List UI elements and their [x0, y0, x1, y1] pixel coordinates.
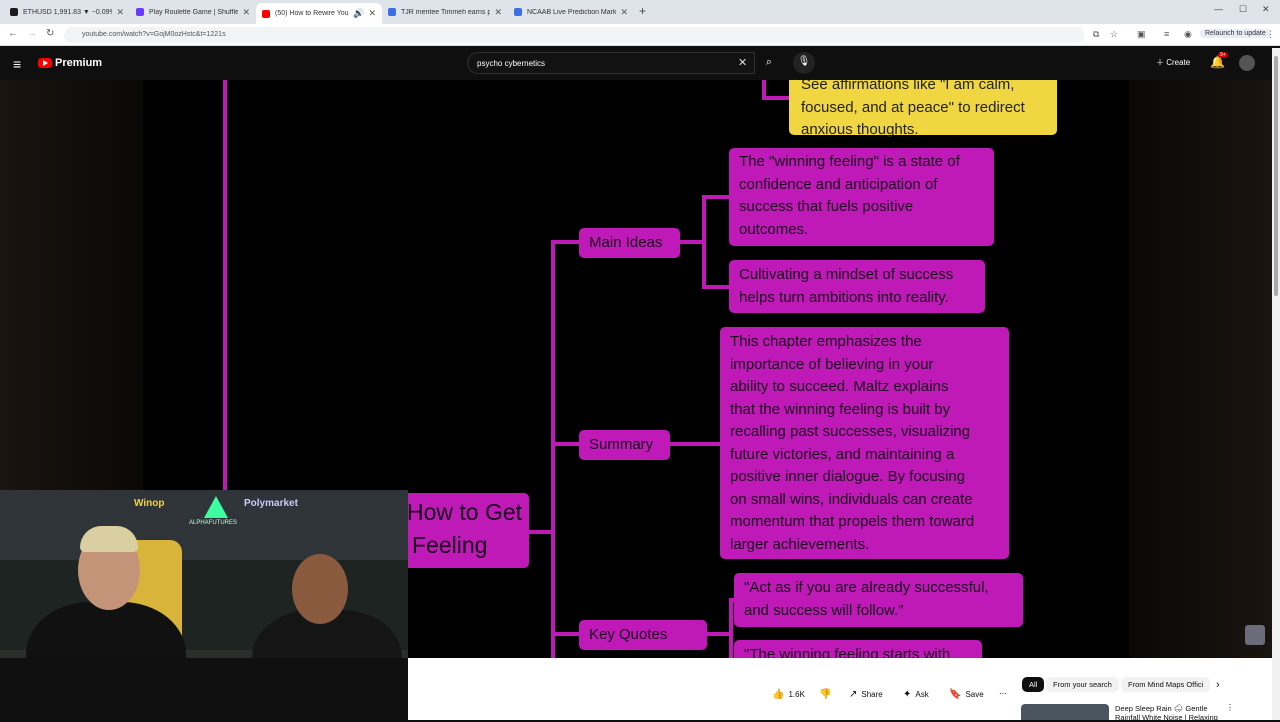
connector-line	[551, 240, 555, 658]
thumbs-down-icon: 👎	[819, 689, 832, 700]
close-icon[interactable]: ✕	[368, 8, 376, 19]
connector-line	[551, 632, 581, 636]
youtube-logo[interactable]: Premium	[38, 57, 102, 69]
page-scrollbar[interactable]	[1272, 48, 1280, 720]
recommendation-title[interactable]: Deep Sleep Rain 🌧 Gentle Rainfall White …	[1115, 704, 1225, 722]
connector-line	[551, 442, 581, 446]
site-icon	[388, 8, 396, 16]
thumbs-up-icon: 👍	[772, 689, 785, 700]
avatar[interactable]	[1239, 55, 1255, 71]
chip-from-mind-maps[interactable]: From Mind Maps Offici	[1121, 677, 1211, 692]
search-icon[interactable]: ⌕	[757, 52, 781, 74]
microphone-icon[interactable]: 🎙	[793, 52, 815, 74]
address-bar: ← → ↻ youtube.com/watch?v=GojM0ozHstc&t=…	[0, 24, 1280, 46]
scrollbar-thumb[interactable]	[1274, 56, 1278, 296]
channel-watermark-icon[interactable]	[1245, 625, 1265, 645]
bookmark-icon: 🔖	[949, 689, 962, 700]
search-input[interactable]: psycho cybernetics	[467, 52, 755, 74]
connector-line	[702, 195, 706, 289]
center-node: How to Get Feeling	[399, 493, 529, 568]
cast-icon[interactable]: ⧉	[1093, 29, 1099, 40]
connector-line	[729, 598, 733, 658]
sparkle-icon: ✦	[903, 689, 912, 700]
video-background-right	[1129, 80, 1272, 658]
connector-line	[223, 80, 227, 500]
profile-icon[interactable]: ◉	[1184, 29, 1192, 40]
key-quote-1: "Act as if you are already successful, a…	[734, 573, 1023, 627]
new-tab-button[interactable]: +	[639, 4, 646, 18]
chip-from-your-search[interactable]: From your search	[1046, 677, 1119, 692]
more-icon[interactable]: ⋮	[1266, 29, 1275, 40]
browser-tab-ethusd[interactable]: ETHUSD 1,991.83 ▼ −0.09% M ✕	[4, 3, 130, 21]
summary-text: This chapter emphasizes the importance o…	[720, 327, 1009, 559]
browser-tab-ncaab[interactable]: NCAAB Live Prediction Market ✕	[508, 3, 634, 21]
alphafutures-logo-icon	[204, 496, 228, 518]
browser-tab-youtube[interactable]: (50) How to Rewire Your Br 🔊 ✕	[256, 3, 382, 24]
youtube-play-icon	[38, 58, 52, 68]
video-player[interactable]: See affirmations like "I am calm, focuse…	[0, 80, 1272, 658]
video-actions-bar: 👍 1.6K 👎 ↗ Share ✦ Ask 🔖 Save ⋯ All From…	[408, 658, 1280, 722]
affirmation-note: See affirmations like "I am calm, focuse…	[789, 80, 1057, 138]
back-icon[interactable]: ←	[8, 28, 18, 39]
relaunch-button[interactable]: Relaunch to update	[1200, 29, 1271, 38]
more-actions-icon[interactable]: ⋯	[999, 689, 1007, 698]
sponsor-logo-alphafutures: ALPHAFUTURES	[189, 520, 238, 526]
person-left-hair	[80, 526, 138, 552]
chevron-right-icon[interactable]: ›	[1216, 679, 1220, 691]
browser-tab-tjr[interactable]: TJR mentee Timmeh earns pro ✕	[382, 3, 508, 21]
person-right-head	[292, 554, 348, 624]
shuffle-icon	[136, 8, 144, 16]
browser-tab-roulette[interactable]: Play Roulette Game | Shuffle.io ✕	[130, 3, 256, 21]
webcam-overlay: Winop Polymarket ALPHAFUTURES	[0, 490, 408, 658]
connector-line	[529, 530, 553, 534]
sponsor-logo-winop: Winop	[134, 498, 165, 509]
hamburger-menu-icon[interactable]: ≡	[13, 56, 21, 72]
extension-icon[interactable]: ▣	[1137, 29, 1146, 40]
url-field[interactable]: youtube.com/watch?v=GojM0ozHstc&t=1221s	[64, 27, 1084, 43]
maximize-icon[interactable]: ☐	[1239, 4, 1247, 15]
connector-line	[702, 195, 730, 199]
main-idea-1: The "winning feeling" is a state of conf…	[729, 148, 994, 246]
chip-all[interactable]: All	[1022, 677, 1045, 692]
star-icon[interactable]: ☆	[1110, 29, 1118, 40]
sponsor-logo-polymarket: Polymarket	[244, 498, 298, 509]
reading-list-icon[interactable]: ≡	[1164, 29, 1169, 39]
share-button[interactable]: ↗ Share	[849, 689, 883, 700]
connector-line	[551, 240, 581, 244]
youtube-icon	[262, 9, 270, 18]
tradingview-icon	[10, 8, 18, 16]
share-icon: ↗	[849, 689, 858, 700]
audio-icon[interactable]: 🔊	[353, 8, 364, 19]
recommendation-menu-icon[interactable]: ⋮	[1226, 703, 1234, 712]
branch-main-ideas: Main Ideas	[579, 228, 680, 258]
close-icon[interactable]: ✕	[242, 7, 250, 18]
recommendation-thumbnail[interactable]	[1021, 704, 1109, 720]
branch-key-quotes: Key Quotes	[579, 620, 707, 650]
close-window-icon[interactable]: ✕	[1262, 4, 1270, 15]
youtube-header: ≡ Premium psycho cybernetics ✕ ⌕ 🎙 ＋ Cre…	[0, 48, 1280, 80]
connector-line	[678, 240, 704, 244]
close-icon[interactable]: ✕	[620, 7, 628, 18]
dislike-button[interactable]: 👎	[819, 689, 835, 700]
site-icon	[514, 8, 522, 16]
ask-button[interactable]: ✦ Ask	[903, 689, 929, 700]
create-button[interactable]: ＋ Create	[1156, 57, 1190, 68]
main-idea-2: Cultivating a mindset of success helps t…	[729, 260, 985, 313]
clear-search-icon[interactable]: ✕	[738, 56, 747, 69]
save-button[interactable]: 🔖 Save	[949, 689, 984, 700]
forward-icon[interactable]: →	[27, 28, 37, 39]
connector-line	[702, 285, 730, 289]
reload-icon[interactable]: ↻	[46, 28, 54, 39]
close-icon[interactable]: ✕	[116, 7, 124, 18]
branch-summary: Summary	[579, 430, 670, 460]
notification-badge: 9+	[1218, 52, 1228, 58]
minimize-icon[interactable]: —	[1214, 4, 1223, 14]
connector-line	[762, 96, 792, 100]
close-icon[interactable]: ✕	[494, 7, 502, 18]
connector-line	[667, 442, 722, 446]
browser-tabstrip: ETHUSD 1,991.83 ▼ −0.09% M ✕ Play Roulet…	[0, 0, 1280, 24]
like-button[interactable]: 👍 1.6K	[772, 689, 805, 700]
key-quote-2: "The winning feeling starts with	[734, 640, 982, 658]
